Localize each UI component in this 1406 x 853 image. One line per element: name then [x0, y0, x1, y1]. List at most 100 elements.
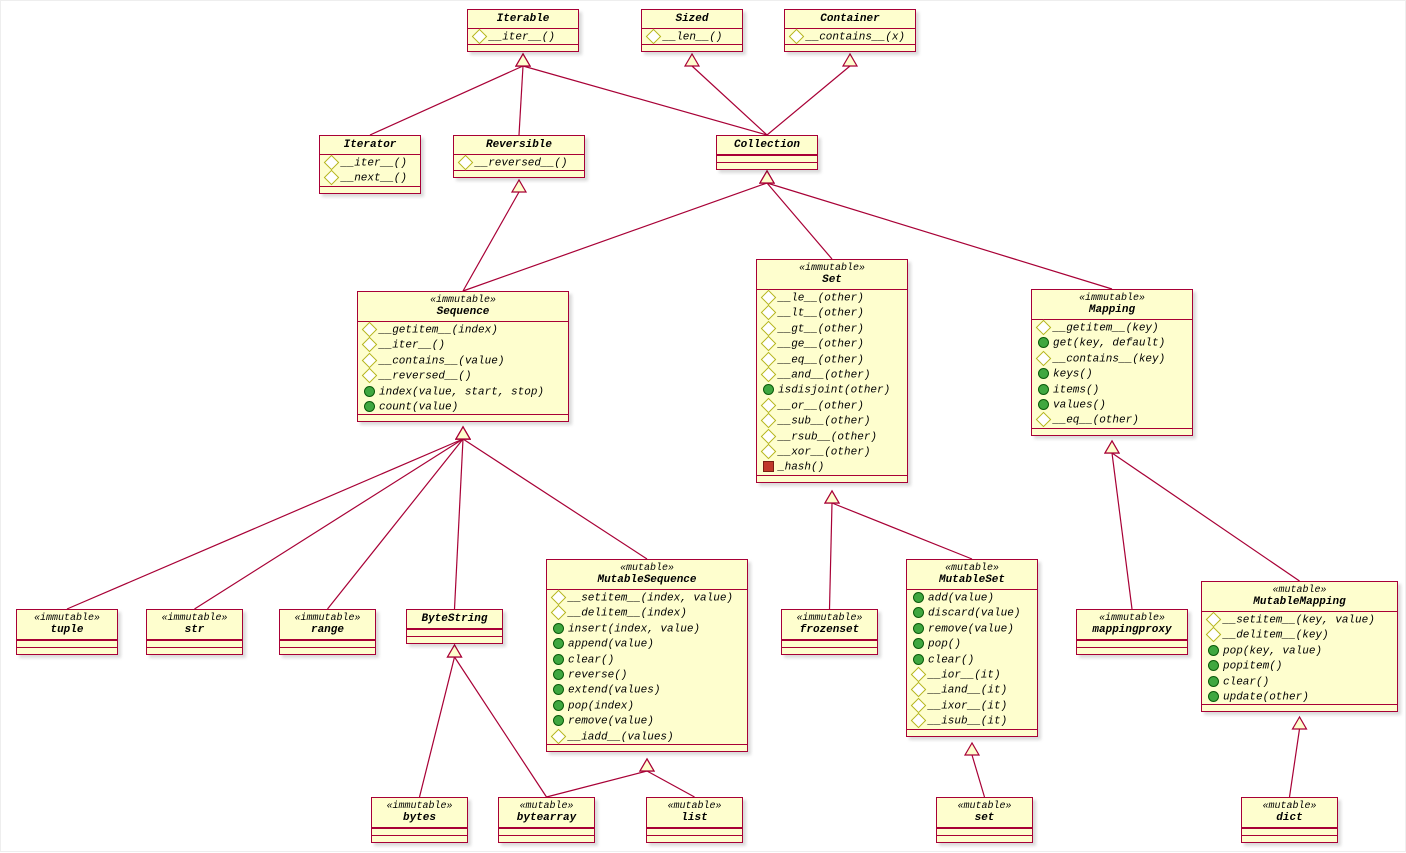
- method-label: index(value, start, stop): [379, 386, 544, 398]
- class-header: «mutable»bytearray: [499, 798, 594, 828]
- method-row: popitem(): [1202, 658, 1397, 673]
- method-row: add(value): [907, 590, 1037, 605]
- class-frozenset: «immutable»frozenset: [781, 609, 878, 655]
- inheritance-arrowhead-icon: [825, 491, 839, 503]
- stereotype-label: «mutable»: [553, 563, 741, 574]
- class-name: MutableSet: [939, 574, 1005, 586]
- class-name: Reversible: [486, 139, 552, 151]
- class-MutableSequence: «mutable»MutableSequence__setitem__(inde…: [546, 559, 748, 752]
- inheritance-edge: [463, 192, 519, 291]
- class-str: «immutable»str: [146, 609, 243, 655]
- inheritance-arrowhead-icon: [456, 427, 470, 439]
- method-label: __iter__(): [379, 340, 445, 352]
- concrete-method-icon: [763, 384, 774, 395]
- abstract-method-icon: [911, 682, 927, 698]
- method-label: __contains__(key): [1053, 353, 1165, 365]
- class-mappingproxy: «immutable»mappingproxy: [1076, 609, 1188, 655]
- class-header: «mutable»dict: [1242, 798, 1337, 828]
- method-label: values(): [1053, 399, 1106, 411]
- class-set: «mutable»set: [936, 797, 1033, 843]
- stereotype-label: «immutable»: [763, 263, 901, 274]
- class-header: «mutable»list: [647, 798, 742, 828]
- inheritance-edge: [523, 66, 767, 135]
- method-label: pop(index): [568, 700, 634, 712]
- concrete-method-icon: [553, 684, 564, 695]
- method-row: discard(value): [907, 605, 1037, 620]
- method-label: pop(): [928, 639, 961, 651]
- method-row: append(value): [547, 636, 747, 651]
- inheritance-edge: [463, 439, 647, 559]
- method-label: __iter__(): [489, 31, 555, 43]
- class-header: Container: [785, 10, 915, 29]
- class-name: Sequence: [437, 306, 490, 318]
- method-row: __ixor__(it): [907, 698, 1037, 713]
- class-bytes: «immutable»bytes: [371, 797, 468, 843]
- class-name: Iterable: [497, 13, 550, 25]
- method-row: isdisjoint(other): [757, 382, 907, 397]
- method-row: __eq__(other): [1032, 412, 1192, 427]
- method-row: __getitem__(index): [358, 322, 568, 337]
- inheritance-arrowhead-icon: [760, 171, 774, 183]
- concrete-method-icon: [364, 401, 375, 412]
- method-row: __delitem__(index): [547, 605, 747, 620]
- inheritance-arrowhead-icon: [640, 759, 654, 771]
- method-row: __contains__(x): [785, 29, 915, 44]
- class-tuple: «immutable»tuple: [16, 609, 118, 655]
- method-row: pop(index): [547, 698, 747, 713]
- inheritance-edge: [455, 657, 547, 797]
- inheritance-arrowhead-icon: [512, 180, 526, 192]
- abstract-method-icon: [1036, 320, 1052, 336]
- class-name: Sized: [675, 13, 708, 25]
- method-label: get(key, default): [1053, 338, 1165, 350]
- stereotype-label: «immutable»: [364, 295, 562, 306]
- method-row: items(): [1032, 382, 1192, 397]
- inheritance-edge: [1112, 453, 1132, 609]
- abstract-method-icon: [1206, 612, 1222, 628]
- concrete-method-icon: [1038, 337, 1049, 348]
- concrete-method-icon: [1208, 676, 1219, 687]
- method-row: __ior__(it): [907, 667, 1037, 682]
- class-Set: «immutable»Set__le__(other)__lt__(other)…: [756, 259, 908, 483]
- method-row: __iand__(it): [907, 682, 1037, 697]
- inheritance-arrowhead-icon: [685, 54, 699, 66]
- method-label: _hash(): [778, 462, 824, 474]
- concrete-method-icon: [913, 592, 924, 603]
- method-row: index(value, start, stop): [358, 384, 568, 399]
- class-header: Iterable: [468, 10, 578, 29]
- stereotype-label: «immutable»: [286, 613, 369, 624]
- method-label: __ior__(it): [928, 669, 1001, 681]
- class-name: ByteString: [421, 613, 487, 625]
- method-label: __lt__(other): [778, 308, 864, 320]
- abstract-method-icon: [789, 29, 805, 45]
- method-row: keys(): [1032, 366, 1192, 381]
- private-method-icon: [763, 461, 774, 472]
- stereotype-label: «immutable»: [23, 613, 111, 624]
- method-row: __lt__(other): [757, 305, 907, 320]
- class-header: «immutable»bytes: [372, 798, 467, 828]
- abstract-method-icon: [911, 667, 927, 683]
- method-row: __reversed__(): [454, 155, 584, 170]
- class-header: «mutable»set: [937, 798, 1032, 828]
- class-name: Iterator: [344, 139, 397, 151]
- class-header: ByteString: [407, 610, 502, 629]
- method-label: remove(value): [928, 623, 1014, 635]
- inheritance-edge: [547, 771, 648, 797]
- method-label: __next__(): [341, 173, 407, 185]
- method-label: extend(values): [568, 685, 660, 697]
- class-header: «immutable»range: [280, 610, 375, 640]
- method-label: __delitem__(index): [568, 608, 687, 620]
- method-row: __gt__(other): [757, 321, 907, 336]
- inheritance-edge: [972, 755, 985, 797]
- uml-diagram: Iterable__iter__()Sized__len__()Containe…: [0, 0, 1406, 852]
- inheritance-arrowhead-icon: [825, 491, 839, 503]
- method-label: __reversed__(): [475, 157, 567, 169]
- concrete-method-icon: [1038, 368, 1049, 379]
- method-row: remove(value): [907, 621, 1037, 636]
- method-row: __reversed__(): [358, 368, 568, 383]
- method-label: popitem(): [1223, 661, 1282, 673]
- concrete-method-icon: [553, 638, 564, 649]
- method-row: get(key, default): [1032, 335, 1192, 350]
- method-label: __eq__(other): [1053, 415, 1139, 427]
- method-row: __iadd__(values): [547, 729, 747, 744]
- method-row: __contains__(value): [358, 353, 568, 368]
